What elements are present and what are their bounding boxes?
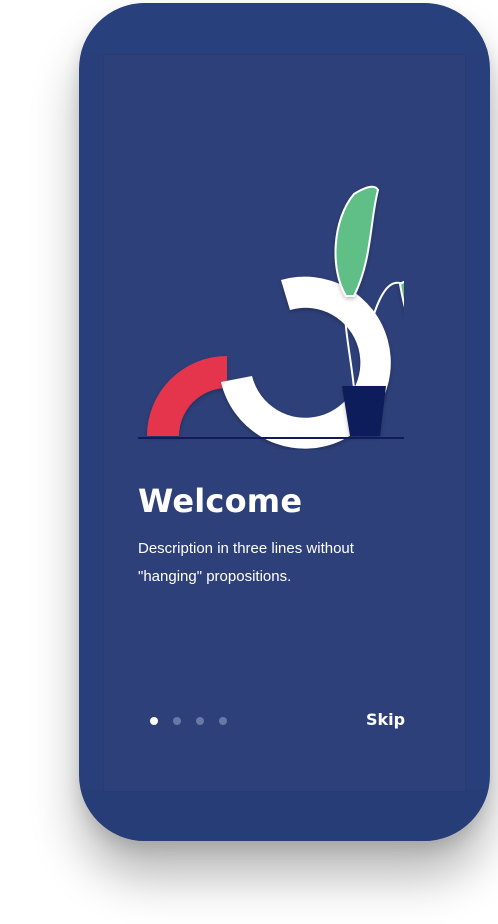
- plant-and-arches-illustration: [138, 185, 404, 449]
- description-text: Description in three lines without "hang…: [138, 540, 354, 585]
- page-title: Welcome: [138, 482, 303, 520]
- pager-dot[interactable]: [196, 717, 204, 725]
- page: Welcome Description in three lines witho…: [0, 0, 498, 924]
- pager-dot[interactable]: [173, 717, 181, 725]
- plant-leaf: [398, 280, 404, 308]
- pager-dot[interactable]: [219, 717, 227, 725]
- red-arch: [147, 356, 227, 436]
- phone-top-bezel: [79, 3, 490, 53]
- plant-leaf: [334, 185, 380, 297]
- skip-button[interactable]: Skip: [360, 707, 411, 733]
- pager-dots: [146, 714, 236, 728]
- phone-bottom-bezel: [79, 789, 490, 841]
- pager-dot-active[interactable]: [150, 717, 158, 725]
